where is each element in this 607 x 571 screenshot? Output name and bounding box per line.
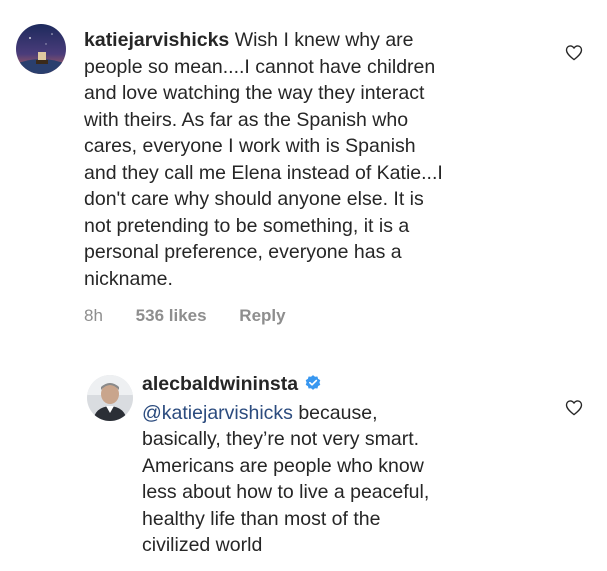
comment-mention[interactable]: @katiejarvishicks: [142, 402, 293, 424]
comment-meta: 8h 536 likes Reply: [84, 306, 314, 326]
avatar[interactable]: [16, 24, 66, 74]
comment-username[interactable]: katiejarvishicks: [84, 29, 229, 51]
heart-outline-icon[interactable]: [565, 44, 583, 66]
comment-time: 8h: [84, 306, 103, 325]
comment-likes[interactable]: 536 likes: [136, 306, 207, 325]
comment-katiejarvishicks: katiejarvishicks Wish I knew why are peo…: [0, 0, 607, 340]
verified-badge-icon: [304, 373, 322, 400]
comment-body: Wish I knew why are people so mean....I …: [84, 29, 443, 290]
reply-button[interactable]: Reply: [239, 306, 285, 325]
avatar[interactable]: [87, 375, 133, 421]
comment-alecbaldwininsta: alecbaldwininsta @katiejarvishicks becau…: [0, 340, 607, 571]
comment-text: katiejarvishicks Wish I knew why are peo…: [84, 27, 554, 292]
avatar-image: [16, 24, 66, 74]
comment-text: alecbaldwininsta @katiejarvishicks becau…: [142, 371, 552, 559]
comment-username[interactable]: alecbaldwininsta: [142, 373, 298, 395]
avatar-image: [87, 375, 133, 421]
heart-outline-icon[interactable]: [565, 399, 583, 421]
comment-body: because, basically, they’re not very sma…: [142, 401, 430, 557]
